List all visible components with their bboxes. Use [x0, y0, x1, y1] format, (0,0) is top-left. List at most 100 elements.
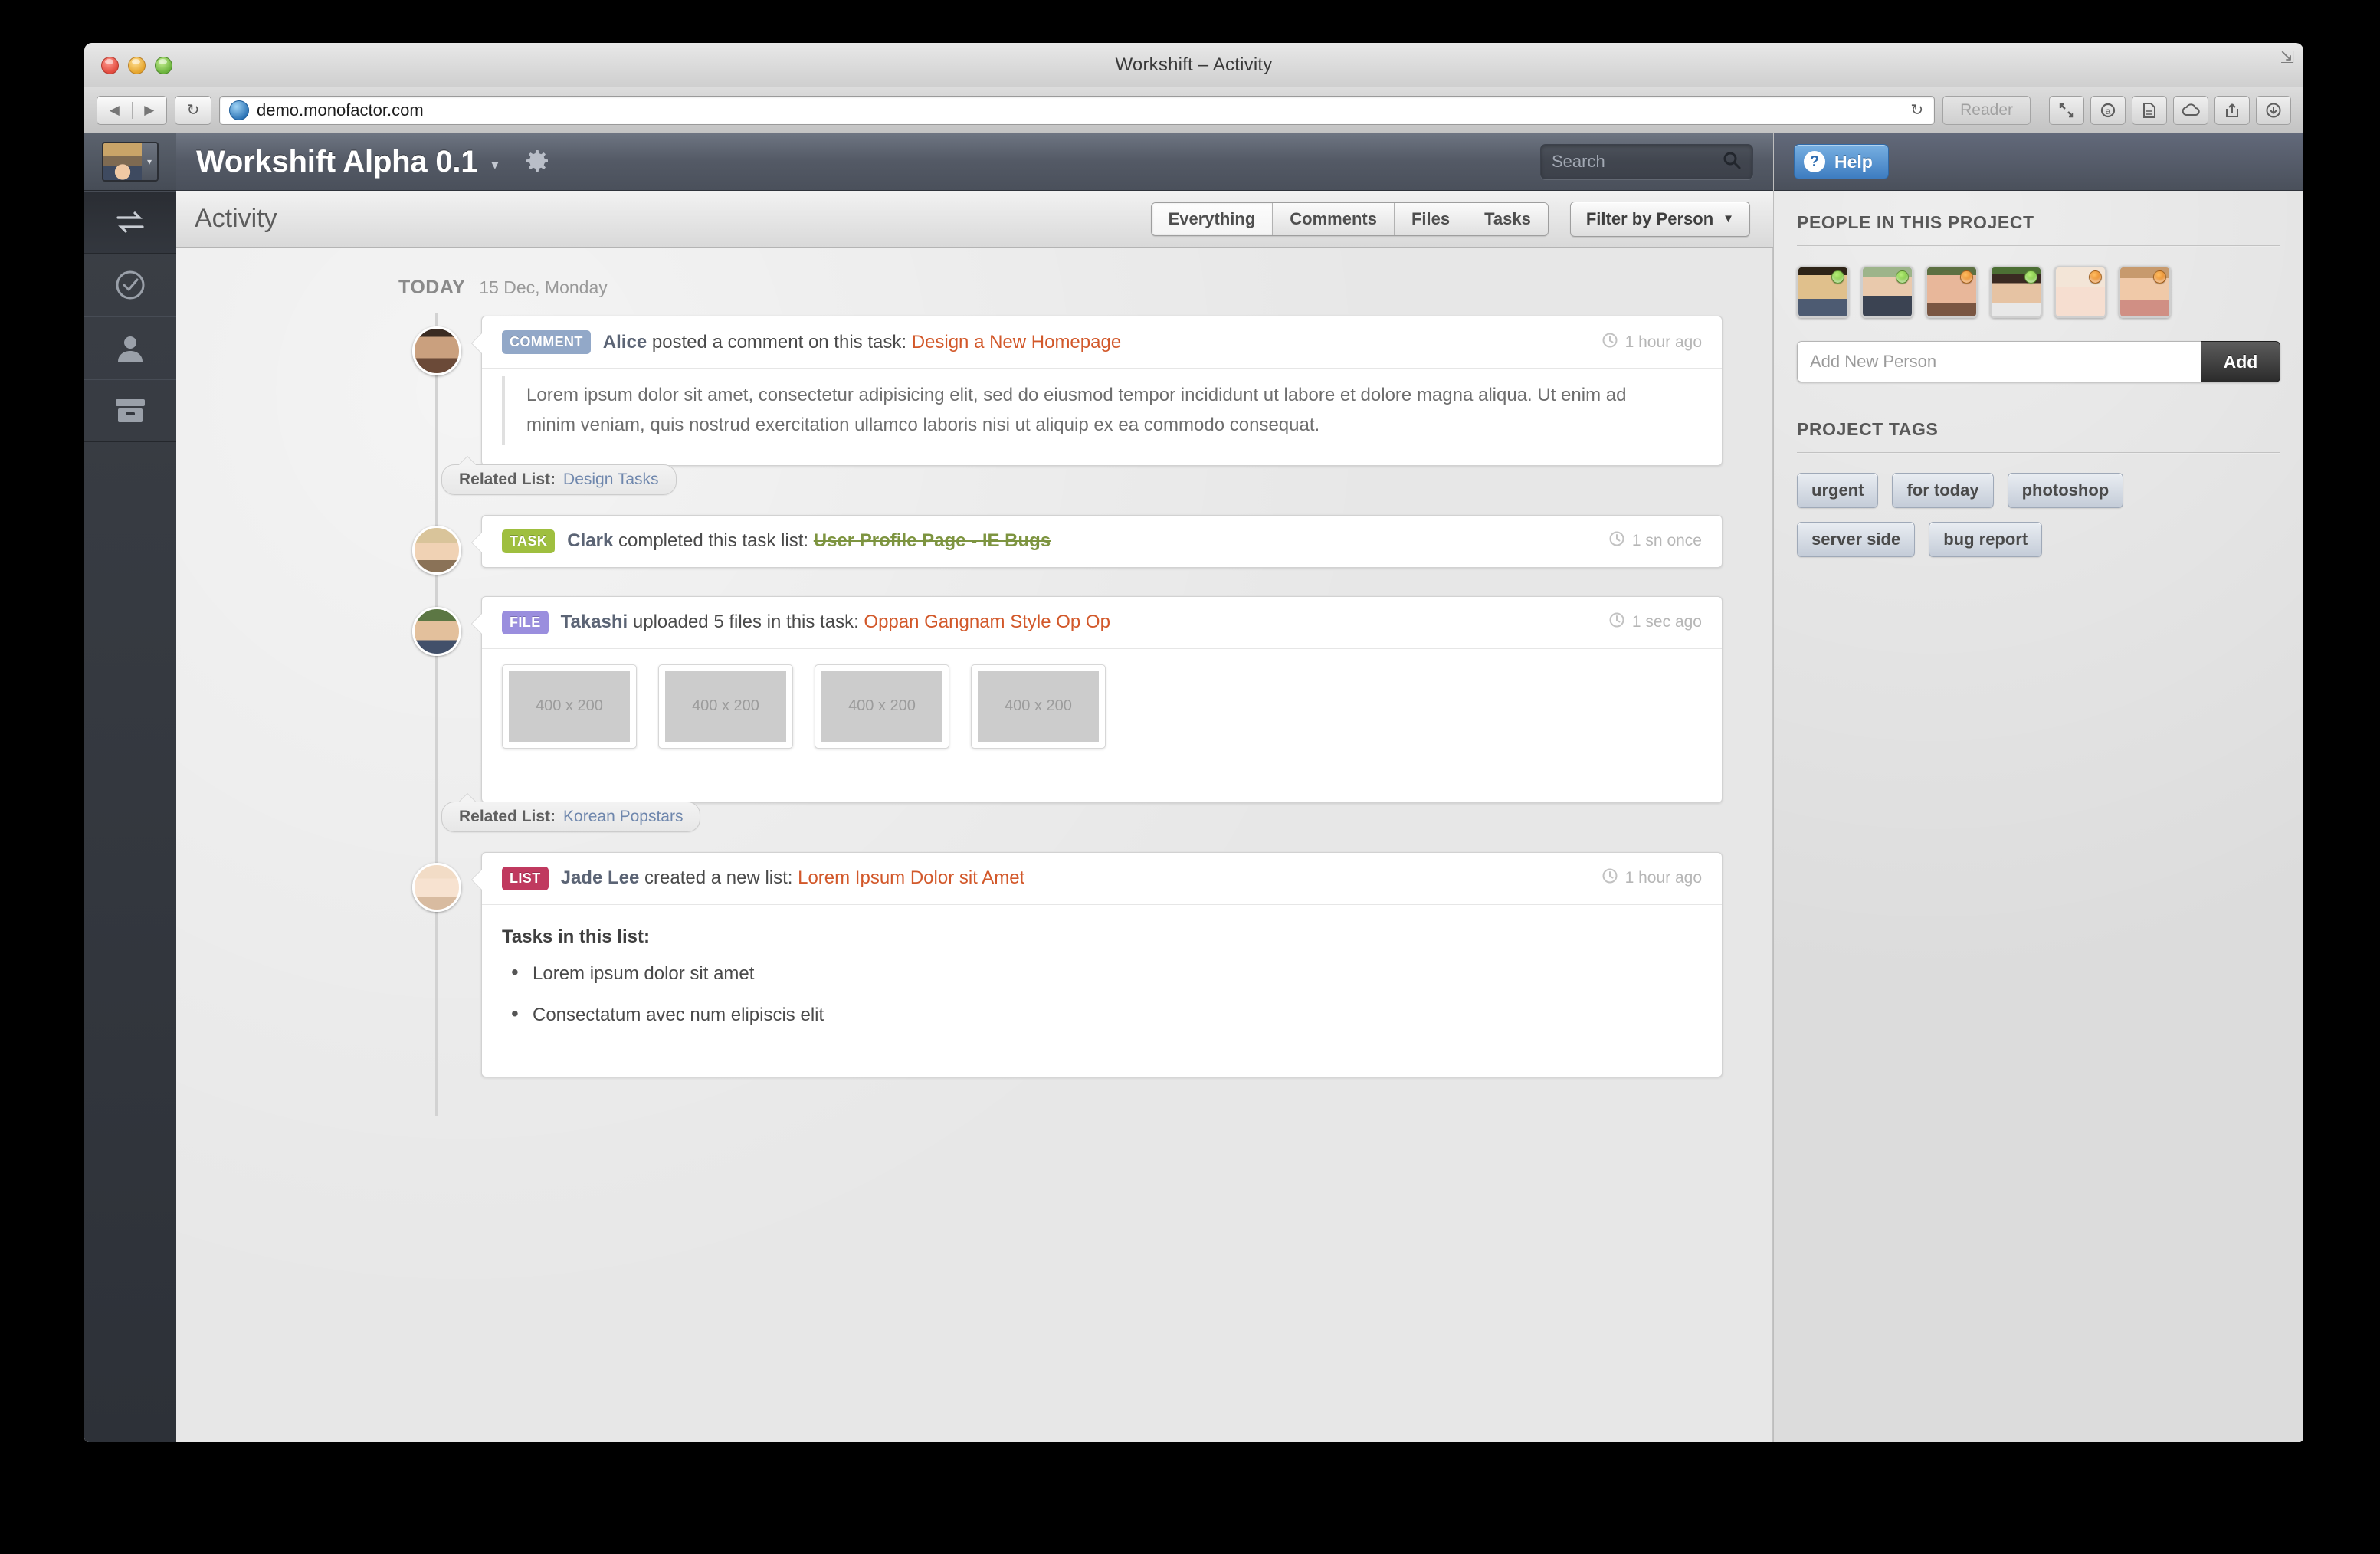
search-placeholder: Search — [1552, 152, 1605, 171]
timestamp: 1 sn once — [1608, 530, 1702, 552]
right-sidebar-header: ? Help — [1774, 133, 2303, 191]
activity-entry-file: FILE Takashi uploaded 5 files in this ta… — [222, 595, 1726, 832]
url-bar[interactable]: demo.monofactor.com ↻ — [219, 95, 1936, 125]
icloud-tabs-icon[interactable] — [2173, 95, 2208, 125]
entry-action: posted a comment on this task: — [647, 331, 912, 352]
avatar[interactable] — [1861, 266, 1913, 318]
tag-for-today[interactable]: for today — [1892, 473, 1994, 508]
avatar[interactable] — [412, 326, 461, 375]
entry-author[interactable]: Clark — [567, 530, 613, 551]
add-person-input[interactable]: Add New Person — [1797, 341, 2201, 382]
filter-by-person-button[interactable]: Filter by Person ▼ — [1569, 201, 1750, 237]
tag-photoshop[interactable]: photoshop — [2007, 473, 2124, 508]
avatar[interactable] — [1990, 266, 2042, 318]
entry-target-link[interactable]: Design a New Homepage — [912, 332, 1121, 352]
forward-arrow-icon[interactable]: ▶ — [132, 103, 166, 118]
minimize-window-button[interactable] — [128, 57, 146, 74]
search-icon[interactable] — [1722, 150, 1742, 174]
entry-author[interactable]: Alice — [603, 332, 647, 352]
tab-tasks[interactable]: Tasks — [1467, 202, 1548, 235]
gear-icon[interactable] — [524, 149, 550, 179]
avatar[interactable] — [2119, 266, 2171, 318]
back-arrow-icon[interactable]: ◀ — [97, 103, 132, 118]
clock-icon — [1608, 611, 1625, 633]
sidebar-item-people[interactable] — [84, 316, 176, 379]
list-item[interactable]: Lorem ipsum dolor sit amet — [502, 960, 1702, 1005]
fullscreen-icon[interactable] — [2049, 95, 2084, 125]
avatar[interactable] — [412, 606, 461, 656]
page-reload-icon[interactable]: ↻ — [1910, 100, 1929, 120]
entry-row: COMMENT Alice posted a comment on this t… — [222, 316, 1726, 466]
entry-target-link[interactable]: User Profile Page - IE Bugs — [814, 530, 1051, 551]
list-item[interactable]: Consectatum avec num elipiscis elit — [502, 1002, 1702, 1046]
avatar[interactable] — [412, 862, 461, 912]
timestamp-text: 1 sn once — [1631, 532, 1702, 550]
status-badge — [2024, 270, 2037, 284]
comment-quote: Lorem ipsum dolor sit amet, consectetur … — [502, 376, 1659, 445]
sub-header: Activity Everything Comments Files Tasks… — [176, 191, 1773, 248]
rail-avatar-button[interactable]: ▾ — [84, 133, 176, 191]
reading-list-icon[interactable] — [2132, 95, 2167, 125]
file-thumbnail[interactable]: 400 x 200 — [971, 664, 1106, 749]
timestamp: 1 sec ago — [1608, 611, 1702, 633]
tag-bug-report[interactable]: bug report — [1929, 522, 2043, 557]
activity-entry-comment: COMMENT Alice posted a comment on this t… — [222, 316, 1726, 495]
related-list-link[interactable]: Design Tasks — [563, 470, 659, 489]
tab-everything[interactable]: Everything — [1151, 202, 1273, 235]
related-list-label: Related List: — [459, 807, 556, 825]
entry-target-link[interactable]: Lorem Ipsum Dolor sit Amet — [798, 867, 1024, 888]
right-sidebar-body: PEOPLE IN THIS PROJECT Add New Person Ad… — [1774, 191, 2303, 579]
entry-author[interactable]: Jade Lee — [561, 867, 640, 888]
close-window-button[interactable] — [101, 57, 119, 74]
url-text: demo.monofactor.com — [257, 100, 424, 120]
private-browsing-icon[interactable]: a — [2090, 95, 2126, 125]
avatar-photo — [103, 143, 142, 180]
add-person-button[interactable]: Add — [2201, 341, 2280, 382]
card-header: LIST Jade Lee created a new list: Lorem … — [482, 853, 1722, 905]
help-label: Help — [1834, 151, 1873, 172]
tasks-in-list-title: Tasks in this list: — [502, 926, 650, 947]
avatar[interactable] — [1797, 266, 1849, 318]
resize-corner-icon[interactable]: ⇲ — [2277, 48, 2297, 67]
left-nav-rail: ▾ — [84, 133, 176, 1442]
sidebar-item-archive[interactable] — [84, 379, 176, 442]
avatar[interactable] — [412, 525, 461, 575]
downloads-icon[interactable] — [2256, 95, 2291, 125]
related-list-link[interactable]: Korean Popstars — [563, 808, 683, 826]
zoom-window-button[interactable] — [155, 57, 172, 74]
chevron-down-icon[interactable]: ▾ — [142, 143, 157, 180]
card-header: TASK Clark completed this task list: Use… — [482, 516, 1722, 567]
activity-feed-scroll[interactable]: TODAY 15 Dec, Monday COMMENT Alice poste… — [176, 248, 1773, 1442]
sidebar-item-activity[interactable] — [84, 191, 176, 254]
tab-comments[interactable]: Comments — [1272, 202, 1394, 235]
person-icon — [115, 333, 146, 363]
question-mark-icon: ? — [1804, 151, 1825, 172]
file-thumbnail[interactable]: 400 x 200 — [502, 664, 637, 749]
reader-button[interactable]: Reader — [1942, 95, 2031, 125]
activity-feed: TODAY 15 Dec, Monday COMMENT Alice poste… — [176, 248, 1772, 1116]
entry-target-link[interactable]: Oppan Gangnam Style Op Op — [864, 611, 1110, 632]
related-list-chip[interactable]: Related List: Korean Popstars — [441, 801, 701, 832]
people-heading: PEOPLE IN THIS PROJECT — [1797, 212, 2034, 232]
sidebar-item-tasks[interactable] — [84, 254, 176, 316]
navigation-buttons[interactable]: ◀ ▶ — [97, 95, 167, 125]
tab-files[interactable]: Files — [1393, 202, 1467, 235]
avatar[interactable] — [1926, 266, 1978, 318]
desktop-background: Workshift – Activity ⇲ ◀ ▶ ↻ demo.monofa… — [0, 0, 2380, 1554]
related-list-chip[interactable]: Related List: Design Tasks — [441, 464, 677, 495]
file-thumbnail[interactable]: 400 x 200 — [658, 664, 793, 749]
chevron-down-icon[interactable]: ▾ — [491, 157, 498, 173]
archive-box-icon — [114, 398, 146, 424]
avatar[interactable]: ▾ — [102, 142, 159, 182]
chevron-down-icon: ▼ — [1723, 212, 1734, 225]
tag-server-side[interactable]: server side — [1797, 522, 1916, 557]
help-button[interactable]: ? Help — [1794, 144, 1889, 179]
tag-urgent[interactable]: urgent — [1797, 473, 1879, 508]
share-icon[interactable] — [2214, 95, 2250, 125]
search-input[interactable]: Search — [1540, 144, 1753, 179]
reload-icon[interactable]: ↻ — [175, 95, 211, 125]
svg-text:a: a — [2106, 106, 2111, 116]
avatar[interactable] — [2054, 266, 2106, 318]
entry-author[interactable]: Takashi — [561, 611, 628, 632]
file-thumbnail[interactable]: 400 x 200 — [815, 664, 949, 749]
